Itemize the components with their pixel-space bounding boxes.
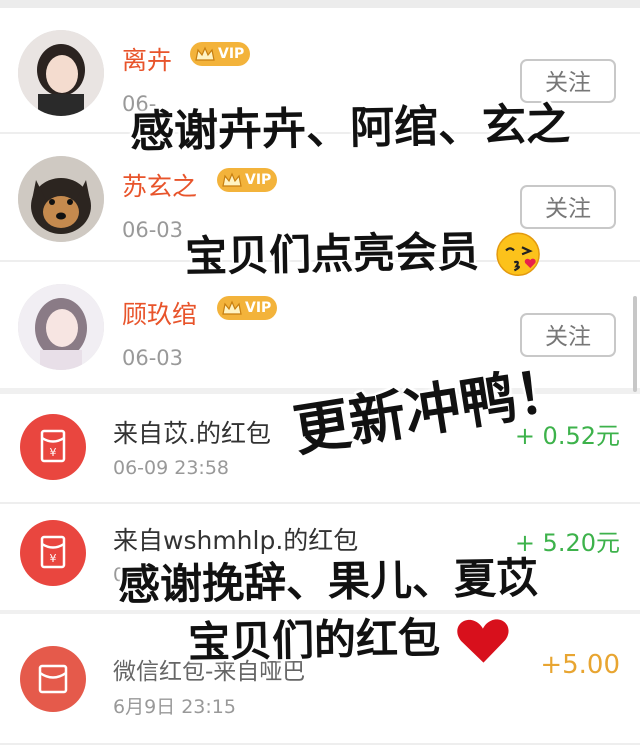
- crown-icon: [222, 300, 242, 315]
- red-packet-icon: ¥: [20, 520, 86, 586]
- follow-date: 06-03: [122, 346, 184, 370]
- packet-time: 6月9日 23:15: [113, 696, 236, 718]
- vip-label: VIP: [245, 172, 272, 188]
- red-packet-icon: ¥: [20, 414, 86, 480]
- crown-icon: [195, 46, 215, 61]
- vip-label: VIP: [245, 300, 272, 316]
- vip-badge: VIP: [190, 42, 251, 66]
- overlay-packets-caption: 宝贝们的红包: [187, 603, 511, 670]
- avatar[interactable]: [18, 284, 104, 370]
- vip-badge: VIP: [217, 168, 278, 192]
- packet-time: 06-09 23:58: [113, 457, 230, 479]
- vip-badge: VIP: [217, 296, 278, 320]
- follow-date: 06-03: [122, 218, 184, 242]
- red-packet-icon: [20, 646, 86, 712]
- scrollbar[interactable]: [633, 296, 637, 392]
- kiss-emoji: [495, 232, 540, 276]
- user-name[interactable]: 顾玖绾: [122, 295, 197, 331]
- top-divider: [0, 0, 640, 8]
- crown-icon: [222, 172, 242, 187]
- svg-text:¥: ¥: [50, 446, 57, 459]
- overlay-members-text: 宝贝们点亮会员: [184, 226, 480, 282]
- avatar[interactable]: [18, 30, 104, 116]
- user-name[interactable]: 苏玄之: [122, 167, 197, 203]
- overlay-thanks-packets: 感谢挽辞、果儿、夏苡: [117, 553, 539, 610]
- svg-text:¥: ¥: [50, 552, 57, 565]
- heart-emoji: [457, 618, 509, 663]
- overlay-thanks-members: 感谢卉卉、阿绾、玄之: [129, 99, 571, 158]
- vip-label: VIP: [218, 46, 245, 62]
- user-name[interactable]: 离卉: [122, 41, 172, 77]
- avatar[interactable]: [18, 156, 104, 242]
- packet-amount: +5.00: [540, 650, 620, 680]
- divider: [0, 743, 640, 745]
- overlay-packets-text: 宝贝们的红包: [187, 613, 441, 667]
- overlay-members-caption: 宝贝们点亮会员: [184, 217, 542, 284]
- packet-title: 来自苡.的红包: [113, 419, 271, 448]
